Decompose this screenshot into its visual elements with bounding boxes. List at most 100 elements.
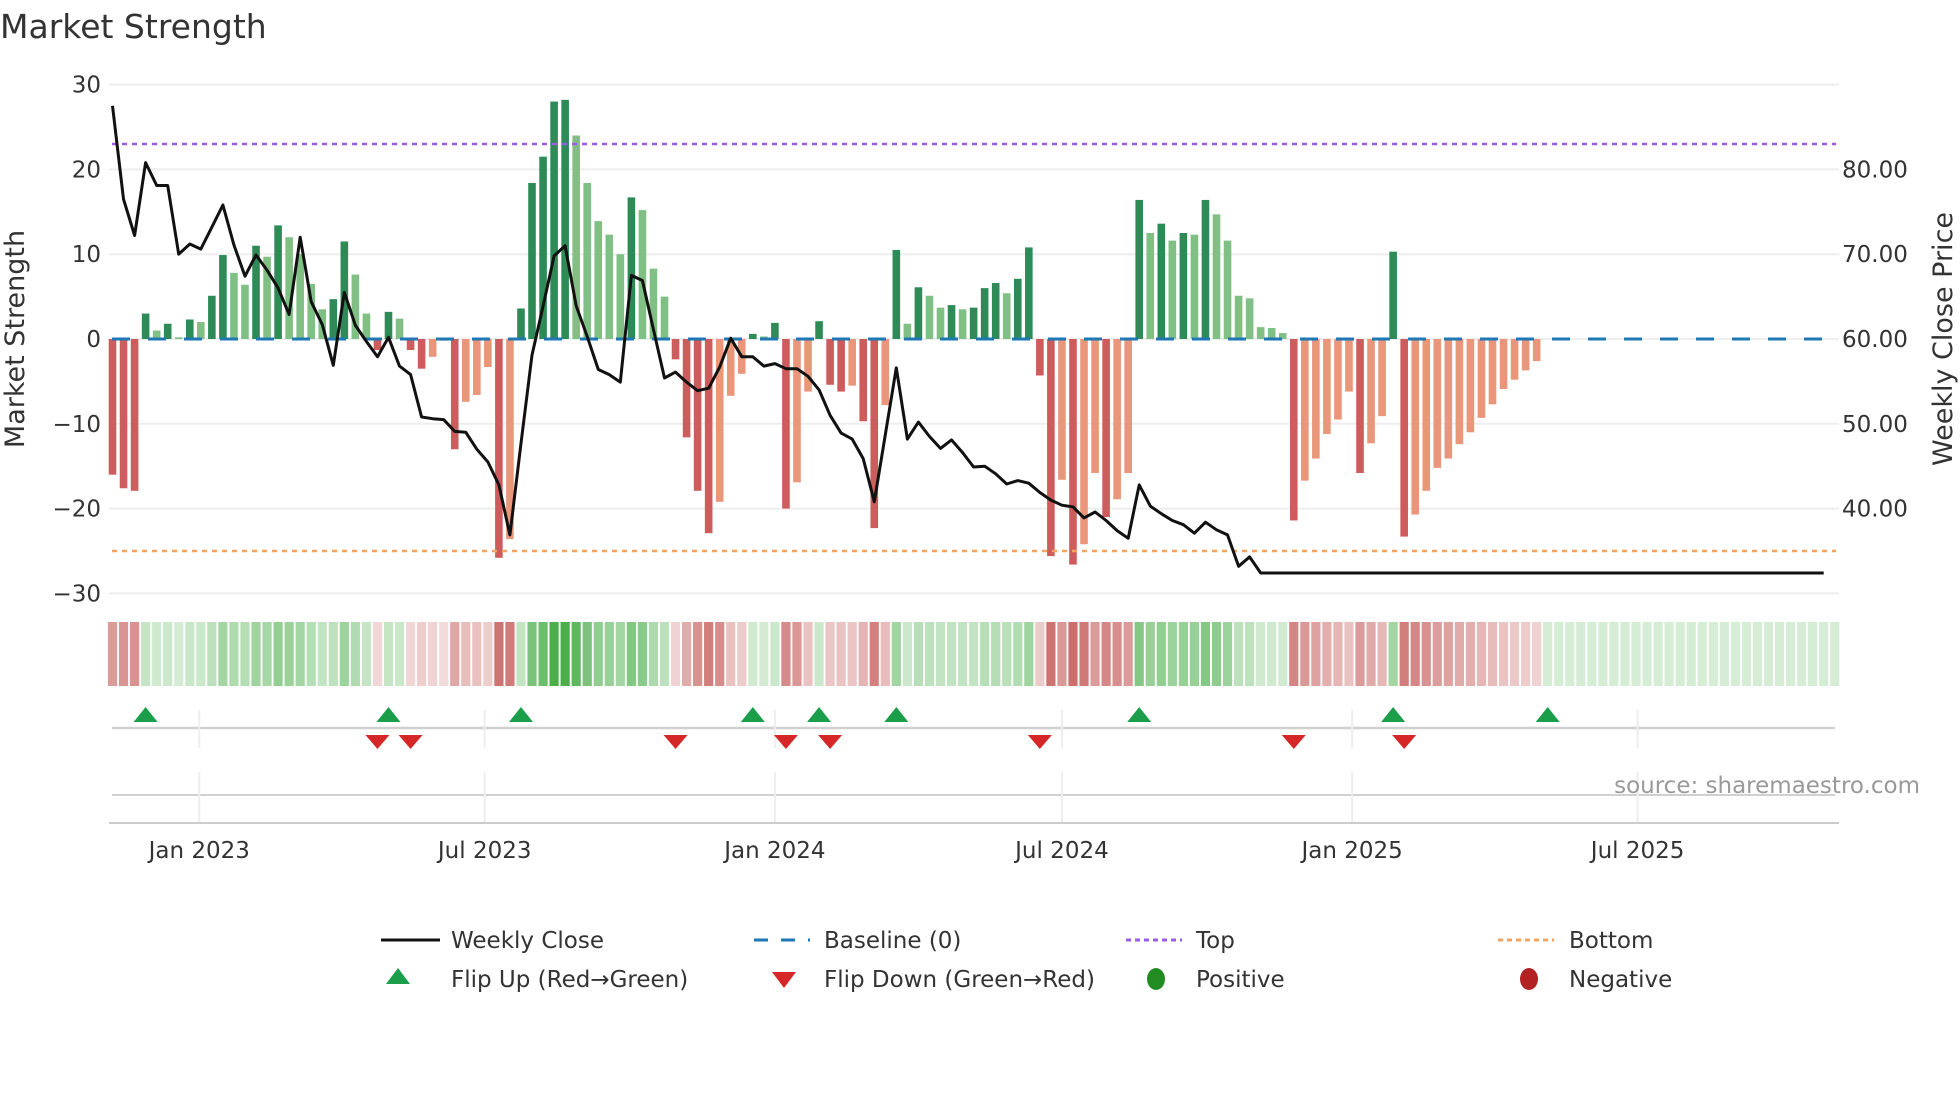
market-strength-chart: Market Strength 30 20 10 0 −10 −20 −30 80.00 70.… (0, 7, 1959, 993)
strength-bar (1245, 298, 1254, 339)
strength-bar (638, 210, 647, 339)
strength-bar (1289, 339, 1298, 521)
strength-bar (1477, 339, 1486, 418)
strength-bar (859, 339, 868, 422)
strength-bar (1301, 339, 1309, 481)
strength-bar (550, 101, 558, 339)
heat-cell (1432, 622, 1442, 686)
strength-bar (1312, 339, 1320, 459)
strength-bar (969, 307, 978, 339)
strength-bar (528, 182, 536, 339)
heat-cell (251, 622, 261, 686)
strength-bar (1025, 247, 1033, 339)
heat-cell (670, 622, 681, 686)
heat-cell (825, 622, 835, 686)
heat-cell (880, 622, 890, 686)
strength-bar (1201, 199, 1210, 339)
strength-bar (340, 241, 349, 339)
legend-item-baseline: Baseline (0) (754, 928, 961, 954)
heat-cell (207, 622, 217, 686)
y-tick-label: −30 (52, 581, 101, 607)
heat-cell (1774, 622, 1785, 686)
flip-up-marker (1535, 707, 1560, 722)
heat-cell (1322, 622, 1332, 686)
heat-cell (1068, 622, 1078, 686)
strength-bar (980, 288, 989, 339)
heat-cell (439, 622, 449, 686)
flip-down-marker (818, 735, 843, 749)
strength-bar (892, 249, 901, 339)
heat-cell (152, 622, 162, 686)
heat-cell (1476, 622, 1487, 686)
y-right-tick-label: 50.00 (1842, 412, 1908, 438)
heat-cell (461, 622, 471, 686)
strength-bar (1047, 339, 1055, 557)
heat-cell (1509, 622, 1520, 686)
y-right-tick-label: 40.00 (1842, 497, 1908, 523)
heat-cell (1686, 622, 1696, 686)
heat-cell (107, 622, 118, 686)
heat-cell (1167, 622, 1177, 686)
heat-cell (571, 622, 581, 686)
axes: 30 20 10 0 −10 −20 −30 80.00 70.00 60.00 50.00 40.0… (52, 73, 1907, 864)
strength-bar (230, 272, 238, 339)
heat-cell (637, 622, 648, 686)
heat-cell (527, 622, 537, 686)
strength-bar (1400, 339, 1408, 537)
heat-cell (1333, 622, 1343, 686)
heat-cell (405, 622, 416, 686)
strength-bar (163, 323, 172, 339)
heat-cell (339, 622, 349, 686)
heat-cell (306, 622, 316, 686)
heat-cell (538, 622, 548, 686)
heat-cell (1785, 622, 1796, 686)
heat-cell (715, 622, 725, 686)
heat-cell (1013, 622, 1023, 686)
strength-bar (1234, 295, 1243, 339)
heat-cell (1576, 622, 1586, 686)
heat-cell (1178, 622, 1188, 686)
heat-cell (1642, 622, 1652, 686)
heat-cell (1598, 622, 1608, 686)
strength-bar (583, 182, 592, 339)
heat-cell (1222, 622, 1233, 686)
heat-cell (1211, 622, 1222, 686)
heat-cell (1797, 622, 1807, 686)
heat-cell (129, 622, 140, 686)
triangle-down-icon (772, 972, 796, 988)
heat-cell (847, 622, 857, 686)
heat-cell (726, 622, 736, 686)
strength-bar (1091, 339, 1099, 473)
strength-bar (373, 339, 382, 351)
heat-cell (1289, 622, 1299, 686)
strength-bar (1323, 339, 1331, 434)
strength-bar (1124, 339, 1132, 473)
heat-cell (693, 622, 703, 686)
legend-label: Flip Down (Green→Red) (824, 967, 1095, 993)
strength-bar (671, 339, 680, 360)
heat-cell (118, 622, 129, 686)
heat-cell (770, 622, 780, 686)
heat-cell (383, 622, 394, 686)
strength-bar (119, 339, 128, 489)
strength-bar (1389, 251, 1397, 339)
heat-cell (1035, 622, 1045, 686)
legend-label: Negative (1569, 967, 1672, 993)
strength-bar (461, 339, 470, 402)
heat-cell (361, 622, 372, 686)
heat-cell (1245, 622, 1255, 686)
strength-bar (991, 283, 1000, 339)
x-tick-label: Jul 2023 (436, 838, 532, 864)
strength-bar (219, 255, 227, 339)
flip-down-marker (773, 735, 798, 749)
heat-cell (814, 622, 824, 686)
strength-bar (185, 319, 194, 339)
heat-cell (1752, 622, 1763, 686)
legend-item-top: Top (1126, 928, 1235, 954)
x-tick-label: Jan 2025 (1299, 838, 1402, 864)
strength-bar (1069, 339, 1077, 565)
strength-bar (925, 295, 934, 339)
heat-cell (1532, 622, 1542, 686)
strength-bar (1334, 339, 1342, 420)
strength-bar (936, 307, 945, 339)
